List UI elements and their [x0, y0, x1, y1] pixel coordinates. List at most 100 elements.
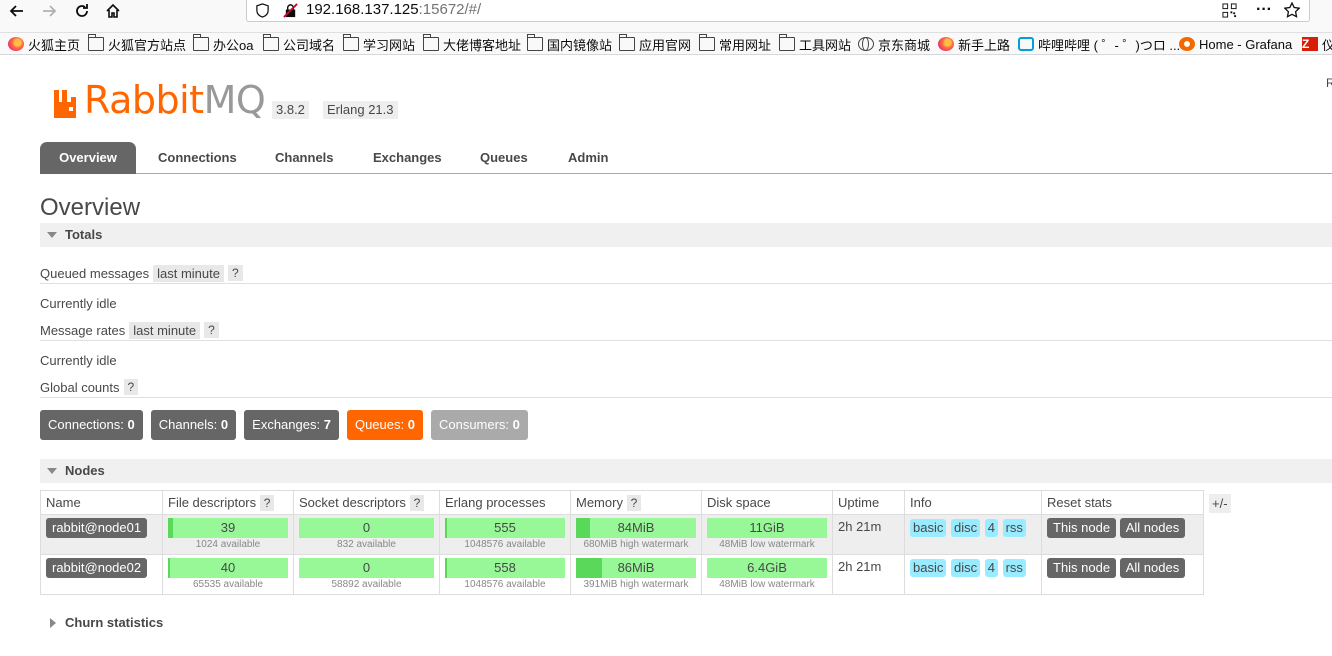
grafana-icon [1179, 37, 1195, 51]
tab-exchanges[interactable]: Exchanges [373, 142, 442, 174]
url-text[interactable]: 192.168.137.125:15672/#/ [306, 1, 481, 18]
bookmark-label: 国内镜像站 [547, 37, 613, 53]
reset-this-node-button[interactable]: This node [1047, 518, 1117, 538]
bookmark-item[interactable]: 公司域名 [262, 34, 335, 53]
folder-icon [87, 34, 104, 51]
bookmark-item[interactable]: 工具网站 [778, 34, 852, 53]
version-label: 3.8.2 [272, 101, 309, 119]
reload-button[interactable] [67, 0, 97, 22]
tab-overview[interactable]: Overview [40, 142, 136, 174]
socket-descriptors-value: 0 [362, 560, 371, 575]
bookmark-item[interactable]: 哔哩哔哩 ( ゜- ゜)つロ ... [1018, 35, 1180, 53]
erlang-version-label: Erlang 21.3 [323, 101, 398, 119]
qr-code-icon[interactable] [1219, 1, 1239, 19]
memory-bar: 86MiB [576, 558, 696, 578]
bookmark-label: 工具网站 [799, 37, 852, 53]
info-tag[interactable]: rss [1002, 559, 1026, 577]
info-tag[interactable]: basic [910, 559, 947, 577]
nodes-heading: Nodes [65, 463, 105, 478]
memory-help-icon[interactable]: ? [626, 495, 642, 511]
col-name[interactable]: Name [40, 490, 163, 515]
reset-all-nodes-button[interactable]: All nodes [1119, 558, 1186, 578]
firefox-icon [8, 37, 24, 51]
col-erlang-processes[interactable]: Erlang processes [439, 490, 571, 515]
tab-admin[interactable]: Admin [568, 142, 608, 174]
node-name-link[interactable]: rabbit@node02 [46, 558, 148, 578]
col-disk-space[interactable]: Disk space [701, 490, 833, 515]
count-button-queues[interactable]: Queues: 0 [346, 410, 423, 440]
info-tag[interactable]: disc [950, 519, 981, 537]
bookmark-label: 火狐主页 [28, 37, 81, 53]
rabbitmq-logo[interactable]: RabbitMQ [52, 78, 266, 122]
fd-help-icon[interactable]: ? [259, 495, 275, 511]
info-tag[interactable]: basic [910, 519, 947, 537]
col-memory[interactable]: Memory ? [570, 490, 702, 515]
bookmark-item[interactable]: 学习网站 [342, 34, 416, 53]
queued-range-selector[interactable]: last minute [153, 264, 224, 282]
col-socket-descriptors[interactable]: Socket descriptors ? [293, 490, 440, 515]
tab-channels[interactable]: Channels [275, 142, 334, 174]
tab-connections[interactable]: Connections [158, 142, 237, 174]
shield-icon[interactable] [252, 1, 272, 19]
memory-bar-fill [576, 558, 603, 578]
rates-range-selector[interactable]: last minute [129, 321, 201, 339]
bookmark-item[interactable]: Home - Grafana [1179, 35, 1292, 53]
bookmark-item[interactable]: 火狐主页 [8, 35, 80, 53]
bookmark-item[interactable]: 火狐官方站点 [87, 34, 186, 53]
count-button-connections[interactable]: Connections: 0 [40, 410, 143, 440]
logo-text: RabbitMQ [84, 78, 266, 122]
file-descriptors-bar: 39 [168, 518, 288, 538]
info-tag[interactable]: disc [950, 559, 981, 577]
bookmark-item[interactable]: 大佬博客地址 [422, 34, 521, 53]
node-name-link[interactable]: rabbit@node01 [46, 518, 148, 538]
back-button[interactable] [2, 0, 32, 22]
bookmark-item[interactable]: 新手上路 [938, 35, 1010, 53]
col-uptime[interactable]: Uptime [832, 490, 905, 515]
column-toggle-button[interactable]: +/- [1209, 494, 1231, 513]
queued-help-icon[interactable]: ? [228, 265, 243, 281]
count-button-consumers[interactable]: Consumers: 0 [430, 410, 528, 440]
info-tag[interactable]: 4 [984, 519, 998, 537]
page-actions-menu-icon[interactable]: ··· [1254, 1, 1274, 19]
table-row: rabbit@node01 39 1024 available 0 832 availa… [40, 514, 1204, 555]
reset-this-node-button[interactable]: This node [1047, 558, 1117, 578]
info-tag[interactable]: 4 [984, 559, 998, 577]
bookmark-label: 学习网站 [363, 37, 416, 53]
memory-bar: 84MiB [576, 518, 696, 538]
bookmark-item[interactable]: Z仪 [1302, 35, 1332, 53]
count-button-channels[interactable]: Channels: 0 [150, 410, 237, 440]
bookmark-item[interactable]: 京东商城 [858, 35, 930, 53]
bookmark-label: 哔哩哔哩 ( ゜- ゜)つロ ... [1038, 37, 1181, 53]
bookmark-star-icon[interactable] [1282, 1, 1302, 19]
col-reset-stats[interactable]: Reset stats [1041, 490, 1204, 515]
tab-queues[interactable]: Queues [480, 142, 528, 174]
socket-descriptors-subtext: 58892 available [331, 579, 402, 590]
nodes-table-header: Name File descriptors ? Socket descripto… [40, 490, 1204, 515]
file-descriptors-bar-fill [168, 518, 173, 538]
socket-descriptors-bar: 0 [299, 558, 434, 578]
info-tag[interactable]: rss [1002, 519, 1026, 537]
disk-space-subtext: 48MiB low watermark [719, 579, 815, 590]
rates-help-icon[interactable]: ? [204, 322, 219, 338]
home-button[interactable] [98, 0, 128, 22]
count-button-exchanges[interactable]: Exchanges: 7 [244, 410, 339, 440]
rabbitmq-logo-icon [54, 90, 76, 118]
col-info[interactable]: Info [904, 490, 1042, 515]
bookmark-item[interactable]: 应用官网 [618, 34, 691, 53]
global-help-icon[interactable]: ? [123, 379, 139, 395]
churn-section-toggle[interactable]: Churn statistics [40, 611, 1332, 635]
global-counts-row: Global counts ? [40, 378, 139, 396]
bookmark-item[interactable]: 办公oa [192, 34, 253, 53]
count-label: Exchanges: [252, 417, 321, 432]
totals-section-toggle[interactable]: Totals [40, 223, 1332, 247]
bookmark-item[interactable]: 国内镜像站 [526, 34, 613, 53]
file-descriptors-bar-fill [168, 558, 171, 578]
folder-icon [698, 34, 715, 51]
nodes-section-toggle[interactable]: Nodes [40, 459, 1332, 483]
forward-button[interactable] [34, 0, 64, 22]
insecure-lock-icon[interactable] [280, 1, 300, 19]
col-file-descriptors[interactable]: File descriptors ? [162, 490, 294, 515]
sd-help-icon[interactable]: ? [409, 495, 425, 511]
bookmark-item[interactable]: 常用网址 [698, 34, 771, 53]
reset-all-nodes-button[interactable]: All nodes [1119, 518, 1186, 538]
